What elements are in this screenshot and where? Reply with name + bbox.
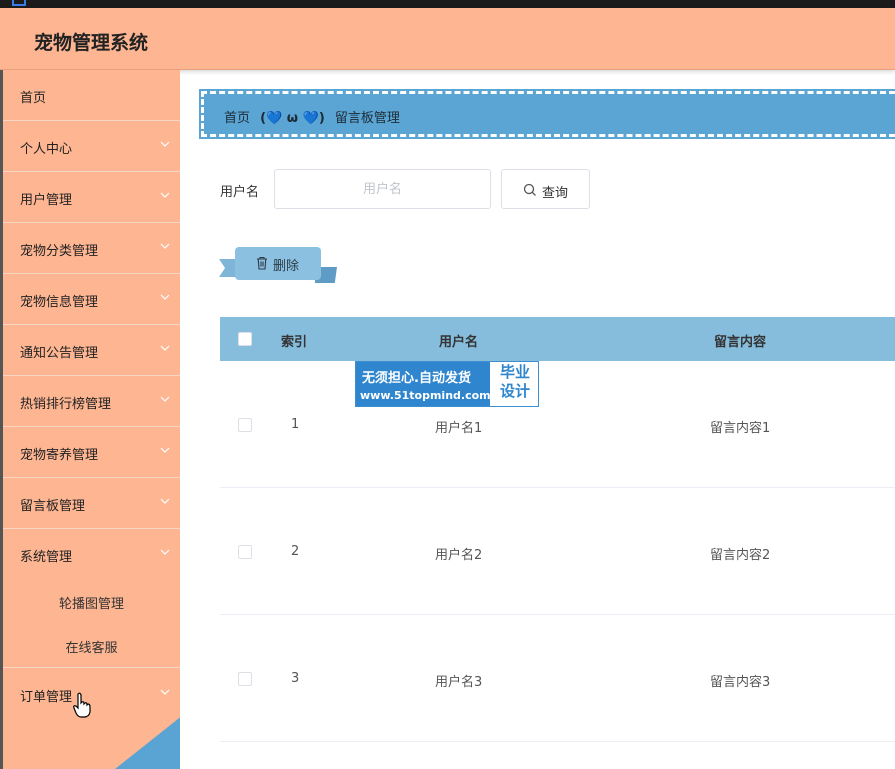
sidebar-item-label: 宠物分类管理	[20, 244, 99, 259]
search-icon	[523, 183, 536, 196]
select-all-checkbox[interactable]	[238, 332, 252, 346]
chevron-down-icon	[160, 141, 170, 147]
hand-cursor-icon	[73, 692, 91, 718]
sidebar-item-label: 用户管理	[20, 193, 73, 208]
sidebar-item-label: 热销排行榜管理	[20, 397, 112, 412]
watermark-slogan: 无须担心.自动发货	[362, 371, 471, 386]
sidebar-item-pet-category-management[interactable]: 宠物分类管理	[3, 223, 180, 274]
chevron-down-icon	[160, 345, 170, 351]
sidebar-item-pet-boarding-management[interactable]: 宠物寄养管理	[3, 427, 180, 478]
search-button[interactable]: 查询	[501, 169, 590, 209]
sidebar-item-message-board-management[interactable]: 留言板管理	[3, 478, 180, 529]
column-header-index: 索引	[281, 335, 308, 350]
sidebar-item-label: 通知公告管理	[20, 346, 99, 361]
row-index: 3	[291, 671, 300, 686]
table-header: 索引 用户名 留言内容	[220, 317, 895, 361]
sidebar-item-label: 首页	[20, 91, 47, 106]
app-header: 宠物管理系统	[0, 8, 895, 70]
watermark-badge: 毕业 设计	[492, 363, 538, 401]
chevron-down-icon	[160, 689, 170, 695]
sidebar-item-label: 订单管理	[20, 690, 73, 705]
column-header-content: 留言内容	[714, 335, 767, 350]
sidebar-subitem-label: 在线客服	[65, 641, 118, 656]
sidebar-item-label: 留言板管理	[20, 499, 86, 514]
sidebar-subitem-online-service[interactable]: 在线客服	[3, 624, 180, 668]
sidebar-item-bestseller-ranking-management[interactable]: 热销排行榜管理	[3, 376, 180, 427]
watermark-badge-line1: 毕业	[499, 363, 530, 381]
row-index: 1	[291, 417, 300, 432]
sidebar-subitem-label: 轮播图管理	[58, 597, 124, 612]
breadcrumb-home[interactable]: 首页	[224, 111, 250, 126]
row-checkbox[interactable]	[238, 545, 252, 559]
table-row: 1 用户名1 留言内容1	[220, 361, 895, 488]
sidebar-item-label: 宠物寄养管理	[20, 448, 99, 463]
sidebar-item-label: 个人中心	[20, 142, 73, 157]
row-username: 用户名2	[435, 548, 483, 563]
table-row: 2 用户名2 留言内容2	[220, 488, 895, 615]
search-button-label: 查询	[542, 186, 569, 201]
delete-button[interactable]: 删除	[235, 247, 321, 280]
row-content: 留言内容1	[710, 421, 771, 436]
app-title: 宠物管理系统	[34, 32, 149, 54]
window-icon	[12, 0, 26, 6]
delete-button-label: 删除	[273, 259, 300, 274]
sidebar-item-notice-management[interactable]: 通知公告管理	[3, 325, 180, 376]
breadcrumb-separator: (💙 ω 💙)	[260, 111, 325, 126]
row-index: 2	[291, 544, 300, 559]
sidebar-item-label: 系统管理	[20, 550, 73, 565]
chevron-down-icon	[160, 498, 170, 504]
row-checkbox[interactable]	[238, 672, 252, 686]
sidebar-item-personal-center[interactable]: 个人中心	[3, 121, 180, 172]
row-username: 用户名3	[435, 675, 483, 690]
chevron-down-icon	[160, 447, 170, 453]
chevron-down-icon	[160, 192, 170, 198]
delete-button-wrapper: 删除	[219, 247, 337, 283]
trash-icon	[257, 256, 267, 270]
sidebar-subitem-carousel-management[interactable]: 轮播图管理	[3, 580, 180, 624]
chevron-down-icon	[160, 549, 170, 555]
chevron-down-icon	[160, 294, 170, 300]
breadcrumb: 首页 (💙 ω 💙) 留言板管理	[199, 89, 895, 139]
watermark-overlay: 无须担心.自动发货 www.51topmind.com 毕业 设计	[355, 361, 539, 407]
table-row: 3 用户名3 留言内容3	[220, 615, 895, 742]
sidebar-item-pet-info-management[interactable]: 宠物信息管理	[3, 274, 180, 325]
row-content: 留言内容2	[710, 548, 771, 563]
watermark-url: www.51topmind.com	[360, 389, 491, 402]
row-checkbox[interactable]	[238, 418, 252, 432]
row-username: 用户名1	[435, 421, 483, 436]
window-top-strip	[0, 0, 895, 8]
sidebar-item-user-management[interactable]: 用户管理	[3, 172, 180, 223]
sidebar-item-home[interactable]: 首页	[3, 70, 180, 121]
username-search-input[interactable]	[274, 169, 491, 209]
row-content: 留言内容3	[710, 675, 771, 690]
watermark-left-panel: 无须担心.自动发货 www.51topmind.com	[356, 362, 491, 406]
chevron-down-icon	[160, 396, 170, 402]
sidebar-corner-decoration	[115, 715, 180, 769]
sidebar: 首页 个人中心 用户管理 宠物分类管理 宠物信息管理 通知公告管理 热销排行榜管…	[0, 70, 180, 769]
username-filter-label: 用户名	[220, 185, 260, 200]
sidebar-item-label: 宠物信息管理	[20, 295, 99, 310]
chevron-down-icon	[160, 243, 170, 249]
column-header-username: 用户名	[439, 335, 479, 350]
watermark-badge-line2: 设计	[499, 382, 530, 400]
sidebar-item-system-management[interactable]: 系统管理	[3, 529, 180, 580]
breadcrumb-current: 留言板管理	[334, 111, 400, 126]
